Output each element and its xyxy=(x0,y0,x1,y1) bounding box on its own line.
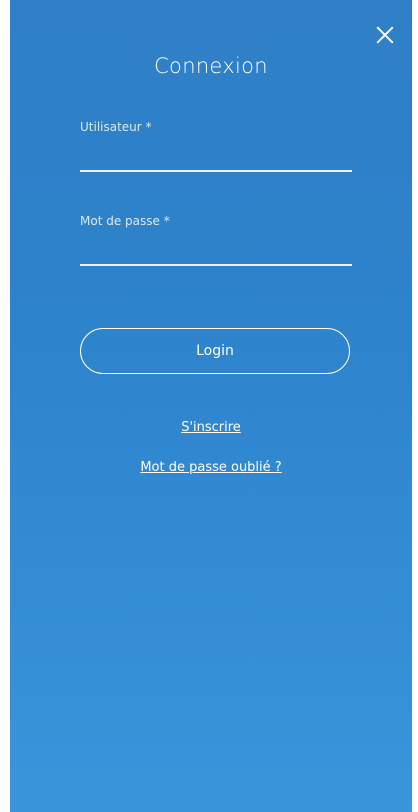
username-label: Utilisateur * xyxy=(80,120,152,134)
password-field[interactable] xyxy=(80,236,352,266)
page-title: Connexion xyxy=(154,54,268,78)
login-screen: Connexion Utilisateur * Mot de passe * L… xyxy=(10,0,412,812)
close-icon[interactable] xyxy=(372,22,398,48)
forgot-password-link[interactable]: Mot de passe oublié ? xyxy=(10,460,412,475)
login-button[interactable]: Login xyxy=(80,328,350,374)
password-label: Mot de passe * xyxy=(80,214,170,228)
username-field[interactable] xyxy=(80,142,352,172)
register-link[interactable]: S'inscrire xyxy=(10,420,412,435)
